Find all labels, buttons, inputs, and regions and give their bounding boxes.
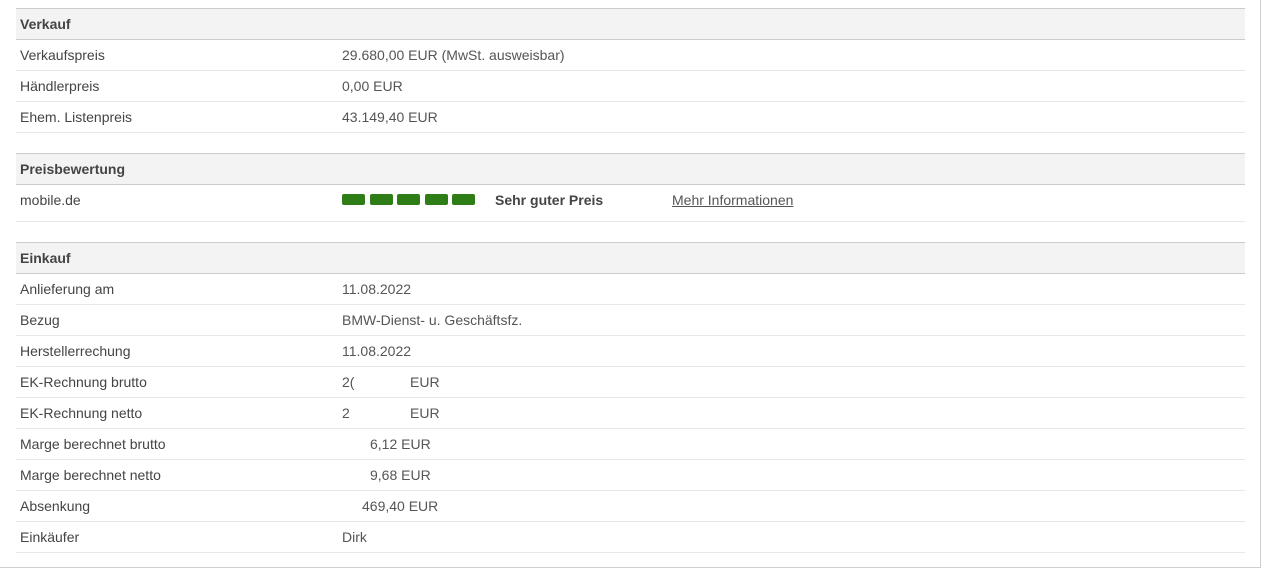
row-label: EK-Rechnung brutto bbox=[20, 374, 147, 390]
row-value: 0,00 EUR bbox=[342, 78, 403, 94]
row-value: 29.680,00 EUR (MwSt. ausweisbar) bbox=[342, 47, 565, 63]
row-label: Anlieferung am bbox=[20, 281, 115, 297]
rating-segment bbox=[397, 194, 420, 205]
row-absenkung: Absenkung 469,40 EUR bbox=[16, 491, 1245, 522]
details-panel: Verkauf Verkaufspreis 29.680,00 EUR (MwS… bbox=[0, 0, 1261, 568]
section-preisbewertung: Preisbewertung mobile.de Sehr guter Prei… bbox=[16, 153, 1245, 222]
row-label: Marge berechnet netto bbox=[20, 467, 161, 483]
row-label: EK-Rechnung netto bbox=[20, 405, 143, 421]
section-title-preisbewertung: Preisbewertung bbox=[16, 153, 1245, 185]
row-value: 11.08.2022 bbox=[342, 343, 412, 359]
row-value: 6,12 EUR bbox=[370, 436, 431, 452]
row-label: Herstellerrechung bbox=[20, 343, 131, 359]
row-label: Absenkung bbox=[20, 498, 91, 514]
section-verkauf: Verkauf Verkaufspreis 29.680,00 EUR (MwS… bbox=[16, 8, 1245, 133]
section-title-verkauf: Verkauf bbox=[16, 8, 1245, 40]
row-herstellerrechung: Herstellerrechung 11.08.2022 bbox=[16, 336, 1245, 367]
row-value-prefix: 2( bbox=[342, 374, 355, 390]
row-label: Ehem. Listenpreis bbox=[20, 109, 133, 125]
section-einkauf: Einkauf Anlieferung am 11.08.2022 Bezug … bbox=[16, 242, 1245, 553]
rating-segment bbox=[424, 194, 448, 205]
row-value: 469,40 EUR bbox=[362, 498, 439, 514]
row-bezug: Bezug BMW-Dienst- u. Geschäftsfz. bbox=[16, 305, 1245, 336]
row-value: 11.08.2022 bbox=[342, 281, 412, 297]
more-information-link[interactable]: Mehr Informationen bbox=[672, 185, 793, 215]
row-value: 9,68 EUR bbox=[370, 467, 431, 483]
row-label: Händlerpreis bbox=[20, 78, 100, 94]
row-label: Verkaufspreis bbox=[20, 47, 105, 63]
row-label: Marge berechnet brutto bbox=[20, 436, 166, 452]
row-value-prefix: 2 bbox=[342, 405, 350, 421]
row-label: Bezug bbox=[20, 312, 60, 328]
row-einkaeufer: Einkäufer Dirk bbox=[16, 522, 1245, 553]
row-value: BMW-Dienst- u. Geschäftsfz. bbox=[342, 312, 523, 328]
row-marge-brutto: Marge berechnet brutto 6,12 EUR bbox=[16, 429, 1245, 460]
row-haendlerpreis: Händlerpreis 0,00 EUR bbox=[16, 71, 1245, 102]
row-value-suffix: EUR bbox=[410, 374, 440, 390]
row-ehem-listenpreis: Ehem. Listenpreis 43.149,40 EUR bbox=[16, 102, 1245, 133]
row-verkaufspreis: Verkaufspreis 29.680,00 EUR (MwSt. auswe… bbox=[16, 40, 1245, 71]
row-anlieferung: Anlieferung am 11.08.2022 bbox=[16, 274, 1245, 305]
section-title-einkauf: Einkauf bbox=[16, 242, 1245, 274]
row-mobile-de: mobile.de Sehr guter Preis Mehr Informat… bbox=[16, 185, 1245, 222]
price-rating-text: Sehr guter Preis bbox=[495, 192, 604, 208]
row-label: mobile.de bbox=[20, 192, 81, 208]
rating-segment bbox=[452, 194, 475, 205]
row-value: Dirk bbox=[342, 529, 367, 545]
row-marge-netto: Marge berechnet netto 9,68 EUR bbox=[16, 460, 1245, 491]
row-value-suffix: EUR bbox=[410, 405, 440, 421]
row-ek-rechnung-netto: EK-Rechnung netto 2 EUR bbox=[16, 398, 1245, 429]
row-ek-rechnung-brutto: EK-Rechnung brutto 2( EUR bbox=[16, 367, 1245, 398]
row-value: 43.149,40 EUR bbox=[342, 109, 438, 125]
rating-segment bbox=[342, 194, 365, 205]
row-label: Einkäufer bbox=[20, 529, 80, 545]
rating-segment bbox=[369, 194, 393, 205]
